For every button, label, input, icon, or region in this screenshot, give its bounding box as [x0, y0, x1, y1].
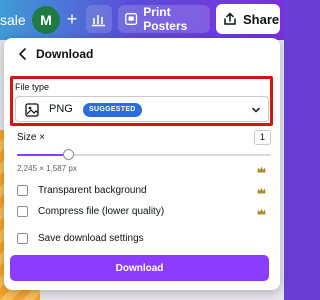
top-toolbar: sale M + Print Posters Share	[0, 0, 284, 40]
size-slider-fill	[17, 154, 68, 156]
save-download-settings-option[interactable]: Save download settings	[17, 231, 144, 245]
resize-menu-label[interactable]: sale	[0, 12, 26, 28]
transparent-background-option[interactable]: Transparent background	[17, 183, 147, 197]
download-panel: Download File type PNG SUGGESTED Size × …	[4, 38, 280, 290]
compress-file-checkbox[interactable]	[17, 205, 28, 217]
premium-crown-icon	[257, 187, 266, 194]
download-button[interactable]: Download	[10, 255, 269, 281]
user-avatar[interactable]: M	[32, 6, 60, 34]
save-download-settings-checkbox[interactable]	[17, 232, 28, 244]
panel-title: Download	[36, 47, 94, 61]
size-label: Size ×	[17, 132, 46, 143]
export-dimensions: 2,245 × 1,587 px	[17, 164, 77, 173]
save-download-settings-label: Save download settings	[38, 232, 144, 244]
print-posters-label: Print Posters	[143, 5, 188, 33]
print-icon	[125, 12, 138, 26]
bar-chart-icon	[92, 15, 105, 27]
print-posters-button[interactable]: Print Posters	[118, 5, 210, 33]
transparent-background-checkbox[interactable]	[17, 184, 28, 196]
size-slider-handle[interactable]	[62, 149, 74, 160]
premium-crown-icon	[257, 166, 266, 173]
compress-file-label: Compress file (lower quality)	[38, 205, 165, 217]
share-button[interactable]: Share	[216, 4, 280, 34]
share-upload-icon	[224, 12, 236, 25]
compress-file-option[interactable]: Compress file (lower quality)	[17, 204, 164, 218]
premium-crown-icon	[257, 208, 266, 215]
size-slider-track[interactable]	[17, 154, 271, 156]
transparent-background-label: Transparent background	[38, 184, 147, 196]
add-collaborator-button[interactable]: +	[61, 8, 83, 30]
file-type-highlight-box	[10, 76, 273, 126]
share-label: Share	[243, 11, 280, 27]
back-chevron-icon[interactable]	[16, 46, 30, 62]
insights-button[interactable]	[86, 5, 112, 33]
size-multiplier-input[interactable]: 1	[254, 130, 271, 145]
